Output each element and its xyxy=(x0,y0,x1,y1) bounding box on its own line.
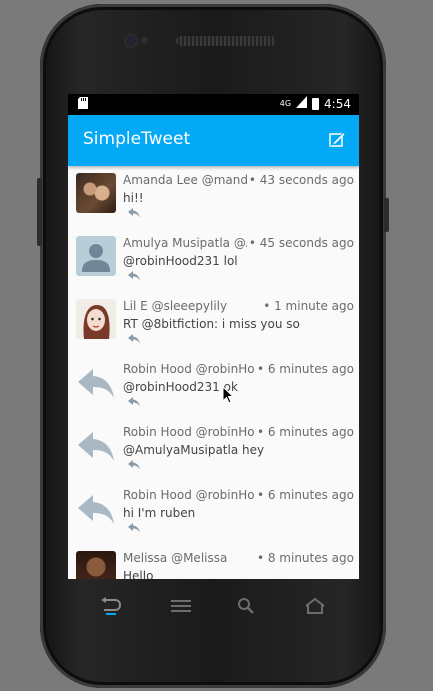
home-icon[interactable] xyxy=(304,597,326,615)
tweet-time: • 8 minutes ago xyxy=(254,551,354,565)
compose-icon[interactable] xyxy=(329,131,345,147)
drawn-girl-icon xyxy=(83,305,110,339)
tweet-time: • 43 seconds ago xyxy=(246,173,354,187)
mouse-cursor-icon xyxy=(222,386,234,404)
tweet-item[interactable]: Melissa @Melissa • 8 minutes ago Hello xyxy=(68,544,359,579)
tweet-author[interactable]: Melissa @Melissa xyxy=(123,551,227,565)
tweet-author[interactable]: Lil E @sleeepylily xyxy=(123,299,227,313)
back-icon[interactable] xyxy=(100,597,122,615)
reply-icon[interactable] xyxy=(128,334,140,344)
avatar[interactable] xyxy=(76,362,116,402)
tweet-author[interactable]: Amulya Musipatla @A xyxy=(123,236,254,250)
tweet-item[interactable]: Lil E @sleeepylily • 1 minute ago RT @8b… xyxy=(68,292,359,355)
sensor xyxy=(141,37,148,44)
tweet-body: RT @8bitfiction: i miss you so xyxy=(123,317,300,331)
network-type: 4G xyxy=(279,99,292,108)
app-bar: SimpleTweet xyxy=(68,115,359,166)
speaker-grille xyxy=(176,36,276,46)
app-title: SimpleTweet xyxy=(83,129,191,149)
default-person-icon xyxy=(82,244,110,272)
reply-icon[interactable] xyxy=(128,523,140,533)
tweet-body: @robinHood231 ok xyxy=(123,380,238,394)
tweet-author[interactable]: Amanda Lee @mandal xyxy=(123,173,259,187)
menu-icon[interactable] xyxy=(170,597,192,615)
reply-icon[interactable] xyxy=(128,460,140,470)
tweet-body: @AmulyaMusipatla hey xyxy=(123,443,265,457)
tweet-item[interactable]: Robin Hood @robinHoo • 6 minutes ago @Am… xyxy=(68,418,359,481)
tweet-body: Hello xyxy=(123,569,154,579)
tweet-time: • 6 minutes ago xyxy=(254,425,354,439)
tweet-item[interactable]: Amulya Musipatla @A • 45 seconds ago @ro… xyxy=(68,229,359,292)
tweet-body: @robinHood231 lol xyxy=(123,254,238,268)
tweet-time: • 6 minutes ago xyxy=(254,488,354,502)
tweet-body: hi!! xyxy=(123,191,144,205)
reply-icon[interactable] xyxy=(128,397,140,407)
timeline-list[interactable]: Amanda Lee @mandal • 43 seconds ago hi!!… xyxy=(68,166,359,579)
reply-icon[interactable] xyxy=(128,271,140,281)
reply-arrow-icon xyxy=(78,369,114,398)
front-camera xyxy=(126,36,136,46)
sd-card-icon xyxy=(78,97,88,112)
tweet-author[interactable]: Robin Hood @robinHoo xyxy=(123,488,259,502)
avatar[interactable] xyxy=(76,425,116,465)
tweet-author[interactable]: Robin Hood @robinHoo xyxy=(123,362,259,376)
reply-icon[interactable] xyxy=(128,208,140,218)
tweet-body: hi I'm ruben xyxy=(123,506,196,520)
tweet-item[interactable]: Robin Hood @robinHoo • 6 minutes ago hi … xyxy=(68,481,359,544)
avatar[interactable] xyxy=(76,173,116,213)
tweet-item[interactable]: Amanda Lee @mandal • 43 seconds ago hi!! xyxy=(68,166,359,229)
power-button[interactable] xyxy=(384,198,389,232)
tweet-time: • 45 seconds ago xyxy=(246,236,354,250)
avatar[interactable] xyxy=(76,236,116,276)
avatar[interactable] xyxy=(76,299,116,339)
avatar[interactable] xyxy=(76,551,116,579)
signal-icon xyxy=(296,96,308,111)
avatar[interactable] xyxy=(76,488,116,528)
clock: 4:54 xyxy=(324,96,351,111)
status-bar: 4G 4:54 xyxy=(68,94,359,115)
reply-arrow-icon xyxy=(78,495,114,524)
reply-arrow-icon xyxy=(78,432,114,461)
nav-bar xyxy=(68,579,359,635)
tweet-author[interactable]: Robin Hood @robinHoo xyxy=(123,425,259,439)
battery-icon xyxy=(312,97,320,110)
search-icon[interactable] xyxy=(236,597,258,615)
tweet-item[interactable]: Robin Hood @robinHoo • 6 minutes ago @ro… xyxy=(68,355,359,418)
screen: 4G 4:54 SimpleTweet Amanda Lee @mandal •… xyxy=(68,94,359,579)
tweet-time: • 6 minutes ago xyxy=(254,362,354,376)
tweet-time: • 1 minute ago xyxy=(261,299,354,313)
volume-button[interactable] xyxy=(37,178,42,246)
